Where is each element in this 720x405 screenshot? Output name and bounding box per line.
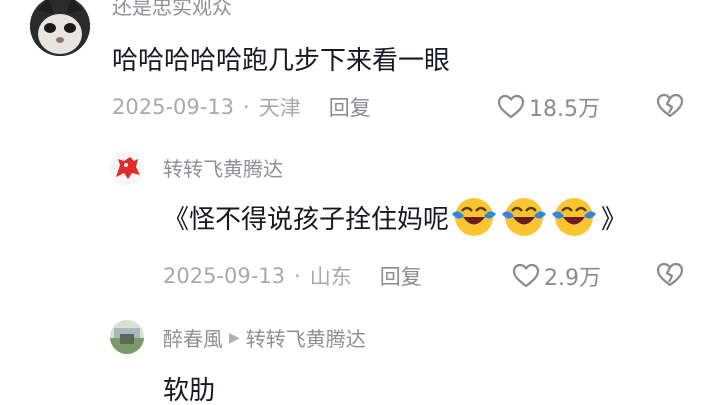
comment-location: 天津: [258, 96, 301, 120]
reply-item: 醉春風 ▶ 转转飞黄腾达 软肋: [0, 300, 720, 405]
like-count: 2.9万: [544, 266, 601, 291]
red-figure-avatar-image: [110, 151, 144, 185]
broken-heart-icon: [656, 93, 684, 118]
comment-text-suffix: 》: [601, 204, 628, 235]
laughing-crying-emoji: [452, 198, 497, 236]
like-button[interactable]: 2.9万: [512, 260, 601, 292]
comment-text: 软肋: [163, 376, 216, 405]
meta-separator: ·: [294, 264, 301, 288]
dislike-button[interactable]: [655, 262, 685, 292]
comment-username[interactable]: 醉春風: [163, 323, 223, 352]
comment-username[interactable]: 还是忠实观众: [112, 0, 232, 20]
reply-header: 醉春風 ▶ 转转飞黄腾达: [163, 323, 366, 352]
heart-icon: [497, 94, 525, 119]
reply-button[interactable]: 回复: [329, 92, 371, 122]
comment-meta: 2025-09-13 · 天津 回复: [112, 92, 371, 122]
reply-item: 转转飞黄腾达 《怪不得说孩子拴住妈呢 》 2025-09-13 · 山东 回复 …: [0, 135, 720, 300]
avatar[interactable]: [30, 0, 90, 56]
cat-avatar-image: [30, 0, 90, 56]
like-count: 18.5万: [529, 97, 600, 122]
laughing-crying-emoji: [552, 198, 597, 236]
comment-meta: 2025-09-13 · 山东 回复: [163, 261, 422, 291]
comment-item: 还是忠实观众 哈哈哈哈哈跑几步下来看一眼 2025-09-13 · 天津 回复 …: [0, 0, 720, 135]
comment-text: 哈哈哈哈哈跑几步下来看一眼: [112, 46, 451, 76]
broken-heart-icon: [656, 262, 684, 287]
avatar[interactable]: [110, 320, 144, 354]
comment-thread: 还是忠实观众 哈哈哈哈哈跑几步下来看一眼 2025-09-13 · 天津 回复 …: [0, 0, 720, 405]
comment-text-prefix: 《怪不得说孩子拴住妈呢: [163, 204, 450, 235]
comment-date: 2025-09-13: [112, 95, 235, 119]
like-button[interactable]: 18.5万: [497, 91, 600, 123]
avatar[interactable]: [110, 151, 144, 185]
comment-username[interactable]: 转转飞黄腾达: [163, 153, 283, 182]
reply-button[interactable]: 回复: [380, 261, 422, 291]
laughing-crying-emoji: [502, 198, 547, 236]
heart-icon: [512, 263, 540, 288]
comment-location: 山东: [309, 265, 352, 289]
dislike-button[interactable]: [655, 93, 685, 123]
reply-target-username[interactable]: 转转飞黄腾达: [246, 323, 366, 352]
scenery-avatar-image: [110, 320, 144, 354]
meta-separator: ·: [243, 95, 250, 119]
emoji-group: [450, 194, 600, 240]
reply-arrow-icon: ▶: [229, 329, 240, 346]
comment-date: 2025-09-13: [163, 264, 286, 288]
comment-text: 《怪不得说孩子拴住妈呢 》: [163, 193, 627, 241]
